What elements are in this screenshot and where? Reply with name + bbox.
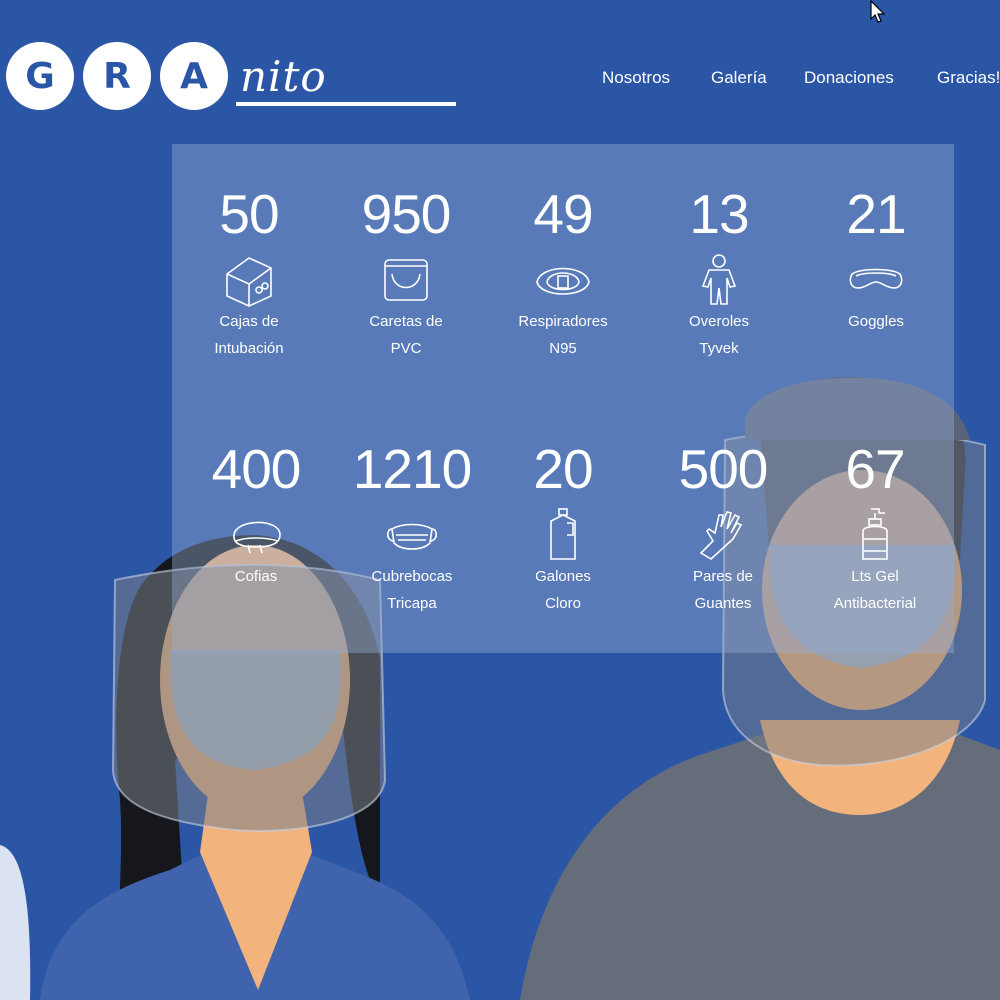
stat-label-line2: Intubación: [214, 340, 284, 357]
left-edge-figure: [0, 845, 31, 1000]
stat-item: 400 Cofias: [178, 439, 334, 590]
stat-item: 950 Caretas de PVC: [328, 184, 484, 362]
glove-icon: [699, 511, 743, 560]
stat-item: 21 Goggles: [798, 184, 954, 335]
stat-label-line1: Goggles: [848, 313, 904, 330]
stat-label-line2: N95: [549, 340, 577, 357]
stat-value: 1210: [352, 438, 472, 500]
stat-label-line2: Tyvek: [699, 340, 739, 357]
stat-label-line1: Pares de: [692, 568, 754, 585]
stat-value: 500: [678, 438, 769, 500]
nav-item-donaciones[interactable]: Donaciones: [804, 68, 894, 88]
stat-value: 49: [533, 183, 593, 245]
stat-item: 49 Respiradores N95: [485, 184, 641, 362]
main-nav: Nosotros Galería Donaciones Gracias!: [0, 68, 1000, 92]
face-shield-icon: [384, 259, 428, 301]
stat-label-line1: Cofias: [234, 568, 278, 585]
stat-item: 67 Lts Gel Antibacterial: [797, 439, 953, 617]
stat-value: 50: [219, 183, 279, 245]
stat-value: 400: [211, 438, 302, 500]
stat-label-line1: Cubrebocas: [371, 568, 453, 585]
stat-label-line1: Galones: [535, 568, 591, 585]
goggles-icon: [849, 268, 903, 289]
stat-label-line2: Tricapa: [387, 595, 437, 612]
page: G R A nito Nosotros Galería Donaciones G…: [0, 0, 1000, 1000]
mouse-cursor-icon: [870, 0, 886, 23]
stat-label-line2: Antibacterial: [833, 595, 917, 612]
sanitizer-bottle-icon: [862, 508, 888, 560]
face-mask-icon: [386, 523, 438, 550]
stat-label-line1: Overoles: [688, 313, 750, 330]
stat-value: 21: [846, 183, 906, 245]
nav-item-gracias[interactable]: Gracias!: [937, 68, 1000, 88]
stat-value: 67: [845, 438, 905, 500]
nav-item-nosotros[interactable]: Nosotros: [602, 68, 670, 88]
stat-value: 950: [361, 183, 452, 245]
stat-value: 13: [689, 183, 749, 245]
stat-item: 1210 Cubrebocas Tricapa: [334, 439, 490, 617]
donation-stats-panel: 50 Cajas de Intubación 950 Caretas de PV…: [172, 144, 954, 653]
stat-label-line1: Caretas de: [369, 313, 443, 330]
coverall-icon: [701, 254, 737, 305]
stat-item: 500 Pares de Guantes: [645, 439, 801, 617]
stat-item: 13 Overoles Tyvek: [641, 184, 797, 362]
nav-item-galeria[interactable]: Galería: [711, 68, 767, 88]
stat-item: 20 Galones Cloro: [485, 439, 641, 617]
stat-label-line1: Respiradores: [518, 313, 608, 330]
stat-label-line1: Lts Gel: [851, 568, 899, 585]
stat-item: 50 Cajas de Intubación: [171, 184, 327, 362]
cap-icon: [233, 521, 281, 554]
intubation-box-icon: [226, 257, 272, 307]
logo-underline: [236, 102, 456, 106]
respirator-icon: [536, 267, 590, 295]
stat-label-line2: PVC: [390, 340, 422, 357]
gallon-icon: [550, 508, 576, 560]
stat-label-line2: Cloro: [545, 595, 581, 612]
stat-value: 20: [533, 438, 593, 500]
stat-label-line1: Cajas de: [219, 313, 279, 330]
stat-label-line2: Guantes: [694, 595, 752, 612]
